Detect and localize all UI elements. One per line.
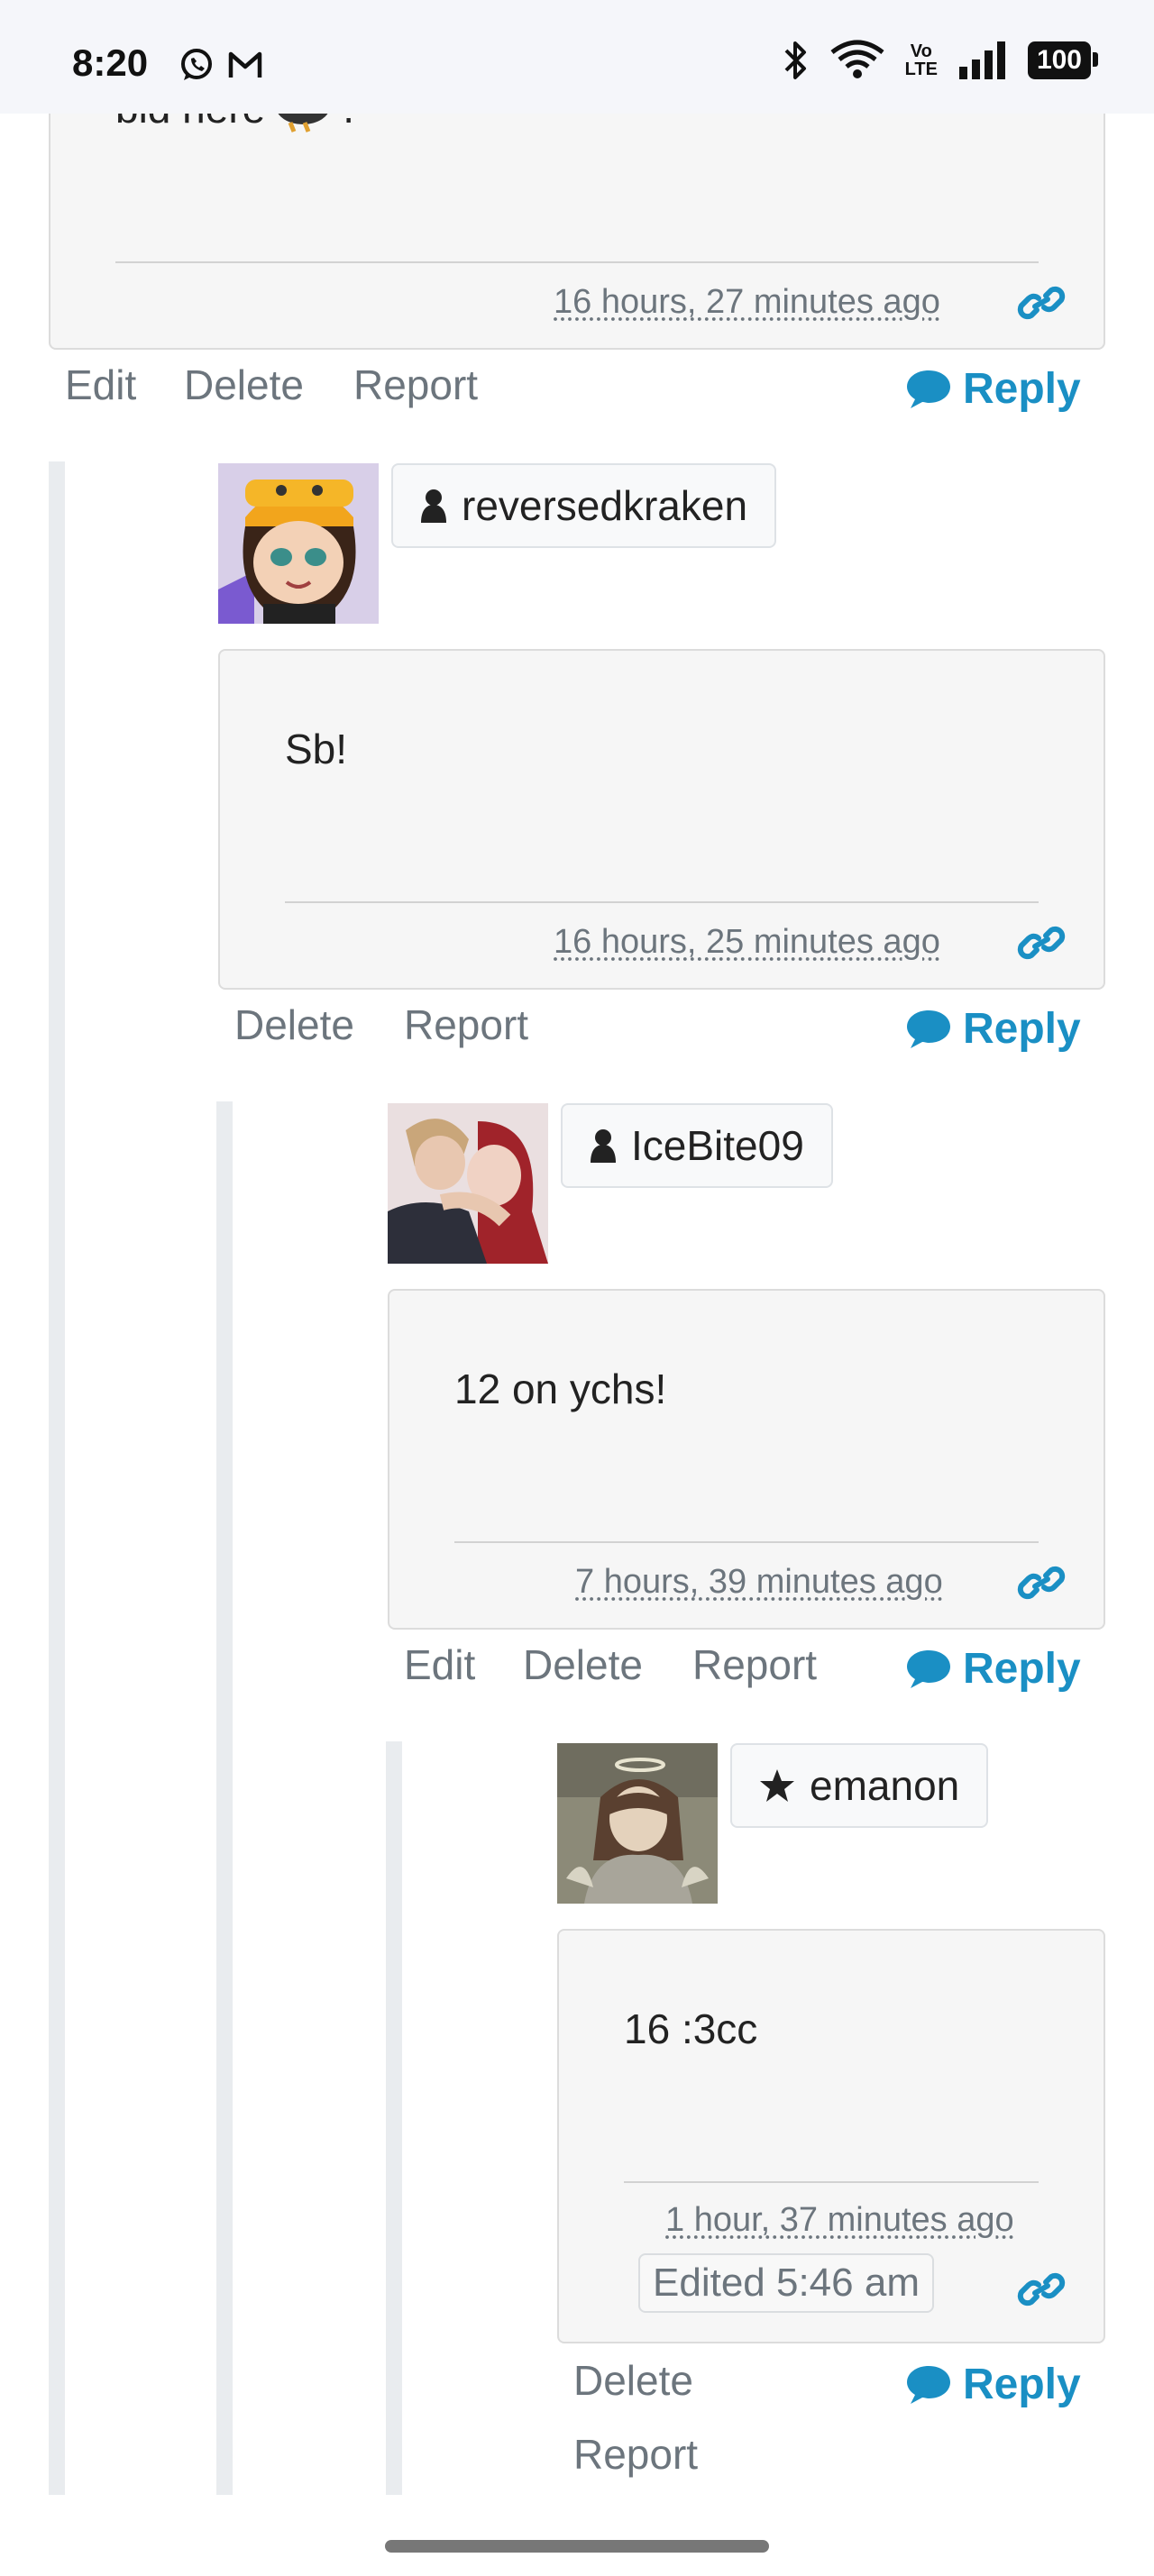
- edit-link[interactable]: Edit: [404, 1640, 475, 1689]
- reply-button[interactable]: Reply: [905, 1004, 1081, 1054]
- comment-divider: [624, 2181, 1039, 2183]
- avatar[interactable]: [557, 1743, 718, 1904]
- comment-divider: [115, 261, 1039, 263]
- status-time: 8:20: [72, 41, 149, 84]
- reply-button[interactable]: Reply: [905, 2360, 1081, 2409]
- avatar-image: [388, 1103, 548, 1264]
- thread-rail-level-2[interactable]: [216, 1101, 233, 2495]
- thread-rail-level-1[interactable]: [49, 461, 65, 2495]
- reply-label: Reply: [963, 1005, 1081, 1053]
- status-bar: 8:20 Vo LTE 100: [0, 0, 1154, 114]
- reply-label: Reply: [963, 1645, 1081, 1693]
- reply-label: Reply: [963, 365, 1081, 413]
- comment-timestamp[interactable]: 16 hours, 25 minutes ago: [554, 923, 940, 962]
- volte-bottom: LTE: [904, 59, 938, 79]
- user-icon: [591, 1129, 616, 1163]
- signal-icon: [958, 41, 1005, 79]
- avatar[interactable]: [388, 1103, 548, 1264]
- comment-timestamp[interactable]: 7 hours, 39 minutes ago: [575, 1563, 943, 1602]
- star-icon: [760, 1769, 794, 1802]
- status-icons: Vo LTE 100: [783, 40, 1099, 81]
- comment-card: 16 :3cc 1 hour, 37 minutes ago Edited 5:…: [557, 1929, 1105, 2343]
- wifi-icon: [830, 40, 884, 78]
- comment-bubble-icon: [907, 370, 950, 408]
- username: IceBite09: [631, 1122, 804, 1169]
- username-badge[interactable]: emanon: [730, 1743, 989, 1828]
- comment-divider: [285, 901, 1039, 903]
- user-icon: [421, 489, 446, 523]
- gmail-icon: [228, 51, 262, 78]
- permalink-icon[interactable]: [1017, 925, 1066, 961]
- report-link[interactable]: Report: [573, 2430, 698, 2479]
- edit-link[interactable]: Edit: [65, 361, 136, 409]
- comment-body: 12 on ychs!: [454, 1366, 667, 1412]
- edited-badge: Edited 5:46 am: [638, 2253, 934, 2313]
- battery-indicator: 100: [1027, 41, 1099, 79]
- delete-link[interactable]: Delete: [184, 361, 304, 409]
- comment-timestamp[interactable]: 1 hour, 37 minutes ago: [665, 2201, 1014, 2240]
- volte-top: Vo: [910, 41, 932, 61]
- report-link[interactable]: Report: [353, 361, 478, 409]
- avatar-image: [557, 1743, 718, 1904]
- permalink-icon[interactable]: [1017, 285, 1066, 321]
- delete-link[interactable]: Delete: [573, 2356, 693, 2405]
- comment-divider: [454, 1541, 1039, 1543]
- thread-rail-level-3[interactable]: [386, 1741, 402, 2495]
- home-gesture-bar[interactable]: [385, 2540, 769, 2553]
- whatsapp-icon: [181, 49, 212, 80]
- bluetooth-icon: [784, 41, 806, 79]
- comment-card: Sb! 16 hours, 25 minutes ago: [218, 649, 1105, 990]
- permalink-icon[interactable]: [1017, 1565, 1066, 1601]
- comment-body: 16 :3cc: [624, 2005, 758, 2052]
- username: reversedkraken: [462, 482, 748, 529]
- delete-link[interactable]: Delete: [234, 1000, 354, 1049]
- avatar-image: [218, 463, 379, 624]
- comment-bubble-icon: [907, 1649, 950, 1688]
- volte-icon: Vo LTE: [905, 42, 938, 78]
- username-badge[interactable]: IceBite09: [561, 1103, 833, 1188]
- reply-button[interactable]: Reply: [905, 364, 1081, 414]
- comment-bubble-icon: [907, 2365, 950, 2404]
- permalink-icon[interactable]: [1017, 2271, 1066, 2307]
- report-link[interactable]: Report: [692, 1640, 817, 1689]
- reply-button[interactable]: Reply: [905, 1644, 1081, 1694]
- comment-card: 12 on ychs! 7 hours, 39 minutes ago: [388, 1289, 1105, 1630]
- username: emanon: [810, 1762, 960, 1809]
- username-badge[interactable]: reversedkraken: [391, 463, 777, 548]
- reply-label: Reply: [963, 2361, 1081, 2408]
- delete-link[interactable]: Delete: [523, 1640, 643, 1689]
- comment-body: Sb!: [285, 726, 348, 772]
- report-link[interactable]: Report: [404, 1000, 528, 1049]
- avatar[interactable]: [218, 463, 379, 624]
- comment-bubble-icon: [907, 1009, 950, 1048]
- comment-timestamp[interactable]: 16 hours, 27 minutes ago: [554, 283, 940, 322]
